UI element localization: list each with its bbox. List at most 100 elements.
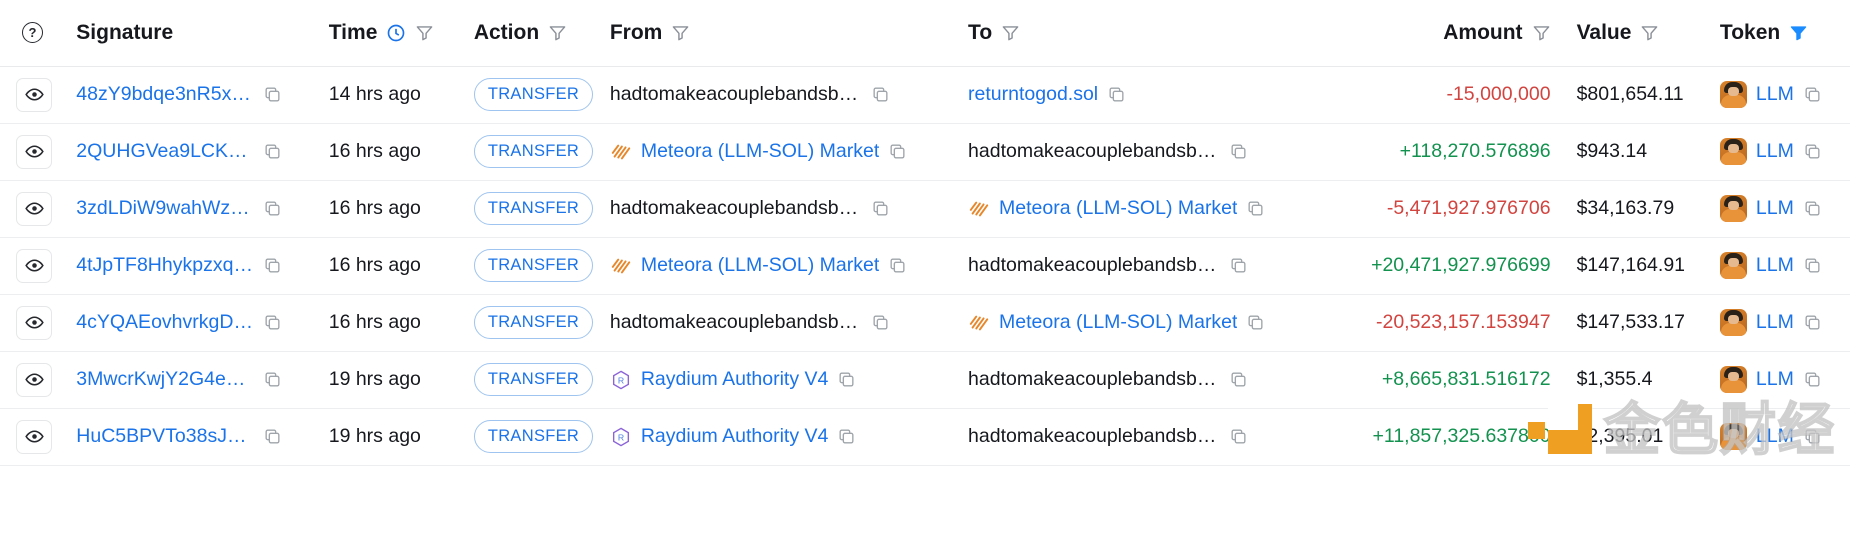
signature-link[interactable]: 4tJpTF8HhykpzxqUb… bbox=[76, 254, 254, 277]
copy-token-icon[interactable] bbox=[1803, 85, 1822, 104]
table-row[interactable]: 2QUHGVea9LCK5ytr…16 hrs agoTRANSFERMeteo… bbox=[0, 123, 1850, 180]
view-transaction-button[interactable] bbox=[16, 249, 52, 283]
column-label-from: From bbox=[610, 21, 663, 45]
to-cell: hadtomakeacouplebandsbym… bbox=[968, 254, 1319, 277]
copy-token-icon[interactable] bbox=[1803, 256, 1822, 275]
signature-link[interactable]: 3MwcrKwjY2G4eHX… bbox=[76, 368, 254, 391]
amount-label: +118,270.576896 bbox=[1319, 140, 1566, 163]
token-link[interactable]: LLM bbox=[1756, 83, 1794, 106]
copy-signature-icon[interactable] bbox=[263, 313, 282, 332]
to-label[interactable]: Meteora (LLM-SOL) Market bbox=[999, 197, 1237, 220]
row-value-cell: $801,654.11 bbox=[1567, 66, 1714, 123]
question-circle-icon[interactable]: ? bbox=[22, 22, 43, 43]
token-link[interactable]: LLM bbox=[1756, 425, 1794, 448]
table-row[interactable]: 4tJpTF8HhykpzxqUb… 16 hrs agoTRANSFER Mete… bbox=[0, 237, 1850, 294]
column-header-action[interactable]: Action bbox=[474, 0, 610, 66]
column-header-amount[interactable]: Amount bbox=[1319, 0, 1566, 66]
copy-to-icon[interactable] bbox=[1229, 256, 1248, 275]
copy-from-icon[interactable] bbox=[888, 142, 907, 161]
copy-signature-icon[interactable] bbox=[263, 370, 282, 389]
copy-from-icon[interactable] bbox=[871, 313, 890, 332]
copy-signature-icon[interactable] bbox=[263, 256, 282, 275]
signature-link[interactable]: 48zY9bdqe3nR5xcB… bbox=[76, 83, 254, 106]
table-row[interactable]: 48zY9bdqe3nR5xcB…14 hrs agoTRANSFERhadto… bbox=[0, 66, 1850, 123]
view-transaction-button[interactable] bbox=[16, 306, 52, 340]
copy-from-icon[interactable] bbox=[837, 370, 856, 389]
signature-link[interactable]: HuC5BPVTo38sJWg… bbox=[76, 425, 254, 448]
from-label[interactable]: Meteora (LLM-SOL) Market bbox=[641, 140, 879, 163]
action-badge[interactable]: TRANSFER bbox=[474, 306, 593, 339]
view-transaction-button[interactable] bbox=[16, 420, 52, 454]
clock-icon[interactable] bbox=[386, 23, 406, 43]
filter-icon-action[interactable] bbox=[548, 23, 567, 42]
token-link[interactable]: LLM bbox=[1756, 311, 1794, 334]
column-header-to[interactable]: To bbox=[968, 0, 1319, 66]
copy-from-icon[interactable] bbox=[871, 85, 890, 104]
action-badge[interactable]: TRANSFER bbox=[474, 363, 593, 396]
column-header-token[interactable]: Token bbox=[1714, 0, 1850, 66]
column-label-time: Time bbox=[329, 21, 378, 45]
filter-icon-from[interactable] bbox=[671, 23, 690, 42]
action-badge[interactable]: TRANSFER bbox=[474, 249, 593, 282]
copy-to-icon[interactable] bbox=[1246, 199, 1265, 218]
view-transaction-button[interactable] bbox=[16, 192, 52, 226]
row-to-cell: Meteora (LLM-SOL) Market bbox=[968, 180, 1319, 237]
copy-token-icon[interactable] bbox=[1803, 427, 1822, 446]
token-avatar-icon bbox=[1720, 138, 1747, 165]
copy-to-icon[interactable] bbox=[1229, 142, 1248, 161]
row-amount-cell: +11,857,325.637800 bbox=[1319, 408, 1566, 465]
from-label[interactable]: Raydium Authority V4 bbox=[641, 368, 829, 391]
filter-icon-token-active[interactable] bbox=[1789, 23, 1808, 42]
signature-link[interactable]: 2QUHGVea9LCK5ytr… bbox=[76, 140, 254, 163]
copy-signature-icon[interactable] bbox=[263, 427, 282, 446]
copy-from-icon[interactable] bbox=[871, 199, 890, 218]
column-header-from[interactable]: From bbox=[610, 0, 968, 66]
token-link[interactable]: LLM bbox=[1756, 140, 1794, 163]
copy-to-icon[interactable] bbox=[1229, 370, 1248, 389]
column-header-signature[interactable]: Signature bbox=[70, 0, 328, 66]
to-label[interactable]: Meteora (LLM-SOL) Market bbox=[999, 311, 1237, 334]
to-label[interactable]: returntogod.sol bbox=[968, 83, 1098, 106]
column-header-time[interactable]: Time bbox=[329, 0, 474, 66]
copy-from-icon[interactable] bbox=[888, 256, 907, 275]
copy-to-icon[interactable] bbox=[1107, 85, 1126, 104]
copy-to-icon[interactable] bbox=[1229, 427, 1248, 446]
table-row[interactable]: 3MwcrKwjY2G4eHX…19 hrs agoTRANSFERRRaydi… bbox=[0, 351, 1850, 408]
table-row[interactable]: 3zdLDiW9wahWzgZ…16 hrs agoTRANSFERhadtom… bbox=[0, 180, 1850, 237]
filter-icon-amount[interactable] bbox=[1532, 23, 1551, 42]
token-link[interactable]: LLM bbox=[1756, 197, 1794, 220]
column-header-value[interactable]: Value bbox=[1567, 0, 1714, 66]
signature-link[interactable]: 3zdLDiW9wahWzgZ… bbox=[76, 197, 254, 220]
time-label: 14 hrs ago bbox=[329, 83, 421, 105]
token-link[interactable]: LLM bbox=[1756, 368, 1794, 391]
from-label[interactable]: Raydium Authority V4 bbox=[641, 425, 829, 448]
view-transaction-button[interactable] bbox=[16, 78, 52, 112]
row-signature-cell: 3zdLDiW9wahWzgZ… bbox=[70, 180, 328, 237]
table-row[interactable]: 4cYQAEovhvrkgDy7n…16 hrs agoTRANSFERhadt… bbox=[0, 294, 1850, 351]
filter-icon-to[interactable] bbox=[1001, 23, 1020, 42]
view-transaction-button[interactable] bbox=[16, 135, 52, 169]
filter-icon-value[interactable] bbox=[1640, 23, 1659, 42]
copy-signature-icon[interactable] bbox=[263, 85, 282, 104]
from-label[interactable]: Meteora (LLM-SOL) Market bbox=[641, 254, 879, 277]
action-badge[interactable]: TRANSFER bbox=[474, 192, 593, 225]
copy-token-icon[interactable] bbox=[1803, 370, 1822, 389]
column-label-action: Action bbox=[474, 21, 539, 45]
action-badge[interactable]: TRANSFER bbox=[474, 420, 593, 453]
view-transaction-button[interactable] bbox=[16, 363, 52, 397]
token-link[interactable]: LLM bbox=[1756, 254, 1794, 277]
filter-icon-time[interactable] bbox=[415, 23, 434, 42]
action-badge[interactable]: TRANSFER bbox=[474, 78, 593, 111]
signature-link[interactable]: 4cYQAEovhvrkgDy7n… bbox=[76, 311, 254, 334]
row-eye-cell bbox=[0, 237, 70, 294]
action-badge[interactable]: TRANSFER bbox=[474, 135, 593, 168]
copy-signature-icon[interactable] bbox=[263, 199, 282, 218]
row-time-cell: 16 hrs ago bbox=[329, 237, 474, 294]
copy-token-icon[interactable] bbox=[1803, 199, 1822, 218]
copy-from-icon[interactable] bbox=[837, 427, 856, 446]
copy-signature-icon[interactable] bbox=[263, 142, 282, 161]
copy-token-icon[interactable] bbox=[1803, 142, 1822, 161]
table-row[interactable]: HuC5BPVTo38sJWg…19 hrs agoTRANSFERRRaydi… bbox=[0, 408, 1850, 465]
copy-token-icon[interactable] bbox=[1803, 313, 1822, 332]
copy-to-icon[interactable] bbox=[1246, 313, 1265, 332]
